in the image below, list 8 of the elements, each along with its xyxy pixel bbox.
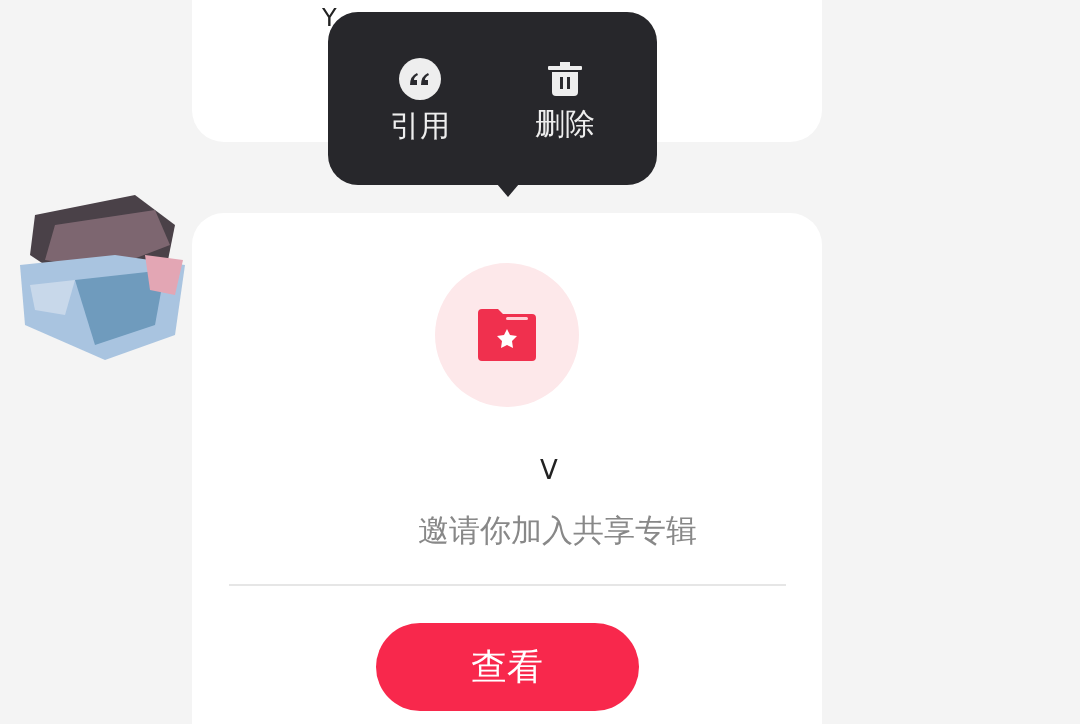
quote-icon (398, 56, 443, 101)
view-button[interactable]: 查看 (375, 623, 639, 711)
folder-star-icon (476, 307, 538, 363)
invite-message: 邀请你加入共享专辑 (417, 515, 697, 546)
message-text: Y (322, 6, 337, 30)
menu-item[interactable]: 引用 (390, 56, 451, 141)
menu-item[interactable]: 删除 (534, 58, 595, 139)
sender-name: V (540, 457, 558, 483)
